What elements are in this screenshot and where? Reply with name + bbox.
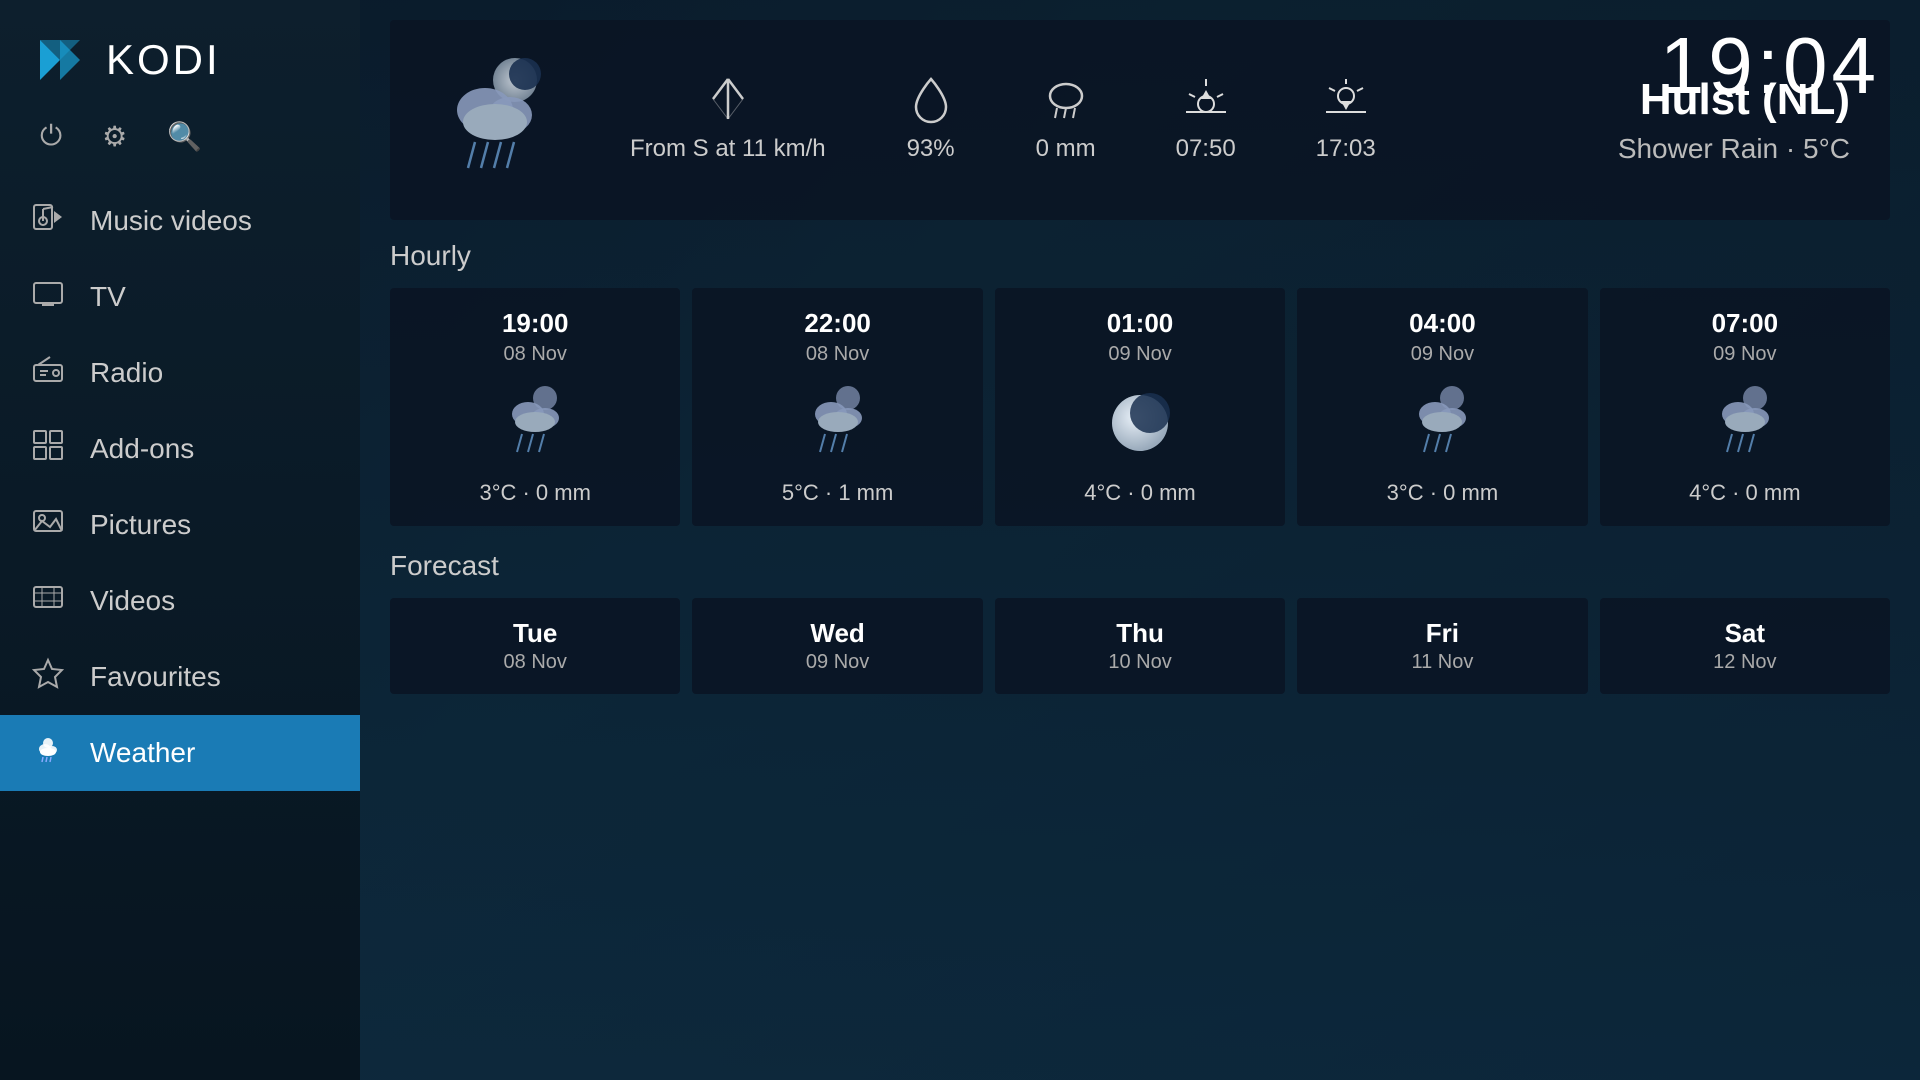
hourly-card-3: 04:00 09 Nov 3°C · 0 mm [1297,288,1587,526]
hourly-card-2: 01:00 09 Nov 4°C · 0 mm [995,288,1285,526]
forecast-card-2: Thu 10 Nov [995,598,1285,694]
hourly-date-3: 09 Nov [1411,343,1474,366]
hourly-card-4: 07:00 09 Nov 4°C · 0 mm [1600,288,1890,526]
hourly-card-1: 22:00 08 Nov 5°C · 1 mm [692,288,982,526]
forecast-card-3: Fri 11 Nov [1297,598,1587,694]
forecast-day-4: Sat [1725,618,1765,649]
sidebar-item-tv-label: TV [90,281,126,313]
videos-icon [30,581,66,621]
hourly-time-4: 07:00 [1712,308,1779,339]
hourly-icon-1 [793,378,883,468]
sidebar-item-weather[interactable]: Weather [0,715,360,791]
hourly-date-2: 09 Nov [1108,343,1171,366]
sunrise-icon [1181,74,1231,124]
hourly-cards: 19:00 08 Nov 3°C · 0 mm 22:00 08 Nov [390,288,1890,526]
forecast-card-1: Wed 09 Nov [692,598,982,694]
hourly-time-2: 01:00 [1107,308,1174,339]
wind-detail: From S at 11 km/h [630,74,826,166]
forecast-day-0: Tue [513,618,557,649]
sunset-icon [1321,74,1371,124]
sidebar-item-radio[interactable]: Radio [0,335,360,411]
hourly-temp-4: 4°C · 0 mm [1689,480,1800,506]
app-title: KODI [106,36,221,84]
hourly-time-3: 04:00 [1409,308,1476,339]
current-weather-icon [430,50,570,190]
forecast-date-0: 08 Nov [504,651,567,674]
sidebar-item-pictures-label: Pictures [90,509,191,541]
time-display: 19:04 [1660,20,1880,112]
kodi-logo-icon [30,30,90,90]
sunrise-value: 07:50 [1176,132,1236,166]
hourly-time-1: 22:00 [804,308,871,339]
search-icon[interactable]: 🔍 [167,120,202,153]
precipitation-value: 0 mm [1036,132,1096,166]
sidebar-item-music-videos-label: Music videos [90,205,252,237]
humidity-detail: 93% [906,74,956,166]
forecast-date-2: 10 Nov [1108,651,1171,674]
hourly-temp-2: 4°C · 0 mm [1084,480,1195,506]
main-content: From S at 11 km/h 93% 0 mm [360,0,1920,1080]
sidebar: KODI ⏻ ⚙ 🔍 Music videos TV Radio [0,0,360,1080]
forecast-day-2: Thu [1116,618,1164,649]
sidebar-item-favourites[interactable]: Favourites [0,639,360,715]
hourly-icon-2 [1095,378,1185,468]
hourly-section: Hourly 19:00 08 Nov 3°C · 0 mm [390,240,1890,526]
precipitation-detail: 0 mm [1036,74,1096,166]
sidebar-item-radio-label: Radio [90,357,163,389]
hourly-temp-0: 3°C · 0 mm [479,480,590,506]
forecast-date-4: 12 Nov [1713,651,1776,674]
precipitation-icon [1041,74,1091,124]
forecast-date-1: 09 Nov [806,651,869,674]
sidebar-item-videos[interactable]: Videos [0,563,360,639]
kodi-header: KODI [0,0,360,110]
forecast-header: Forecast [390,550,1890,582]
settings-icon[interactable]: ⚙ [102,120,127,153]
sidebar-nav: Music videos TV Radio Add-ons Pictures [0,183,360,1080]
forecast-cards: Tue 08 Nov Wed 09 Nov Thu 10 Nov Fri 11 … [390,598,1890,694]
sidebar-item-pictures[interactable]: Pictures [0,487,360,563]
music-videos-icon [30,201,66,241]
hourly-date-1: 08 Nov [806,343,869,366]
hourly-header: Hourly [390,240,1890,272]
sidebar-item-videos-label: Videos [90,585,175,617]
sidebar-item-addons[interactable]: Add-ons [0,411,360,487]
hourly-date-4: 09 Nov [1713,343,1776,366]
wind-value: From S at 11 km/h [630,132,826,166]
sidebar-item-tv[interactable]: TV [0,259,360,335]
forecast-card-0: Tue 08 Nov [390,598,680,694]
location-condition: Shower Rain · 5°C [1618,133,1850,165]
pictures-icon [30,505,66,545]
sidebar-top-icons: ⏻ ⚙ 🔍 [0,110,360,183]
sunset-detail: 17:03 [1316,74,1376,166]
forecast-date-3: 11 Nov [1411,651,1473,674]
hourly-temp-3: 3°C · 0 mm [1387,480,1498,506]
forecast-section: Forecast Tue 08 Nov Wed 09 Nov Thu 10 No… [390,550,1890,694]
radio-icon [30,353,66,393]
humidity-value: 93% [907,132,955,166]
sidebar-item-weather-label: Weather [90,737,195,769]
hourly-time-0: 19:00 [502,308,569,339]
addons-icon [30,429,66,469]
humidity-icon [906,74,956,124]
weather-icon [30,733,66,773]
tv-icon [30,277,66,317]
forecast-card-4: Sat 12 Nov [1600,598,1890,694]
forecast-day-3: Fri [1426,618,1459,649]
hourly-icon-3 [1397,378,1487,468]
sidebar-item-addons-label: Add-ons [90,433,194,465]
hourly-card-0: 19:00 08 Nov 3°C · 0 mm [390,288,680,526]
hourly-date-0: 08 Nov [504,343,567,366]
sunrise-detail: 07:50 [1176,74,1236,166]
sidebar-item-favourites-label: Favourites [90,661,221,693]
sidebar-item-music-videos[interactable]: Music videos [0,183,360,259]
wind-icon [703,74,753,124]
forecast-day-1: Wed [810,618,864,649]
hourly-temp-1: 5°C · 1 mm [782,480,893,506]
hourly-icon-4 [1700,378,1790,468]
hourly-icon-0 [490,378,580,468]
power-icon[interactable]: ⏻ [40,120,62,153]
weather-details-grid: From S at 11 km/h 93% 0 mm [630,74,1618,166]
favourites-icon [30,657,66,697]
sunset-value: 17:03 [1316,132,1376,166]
